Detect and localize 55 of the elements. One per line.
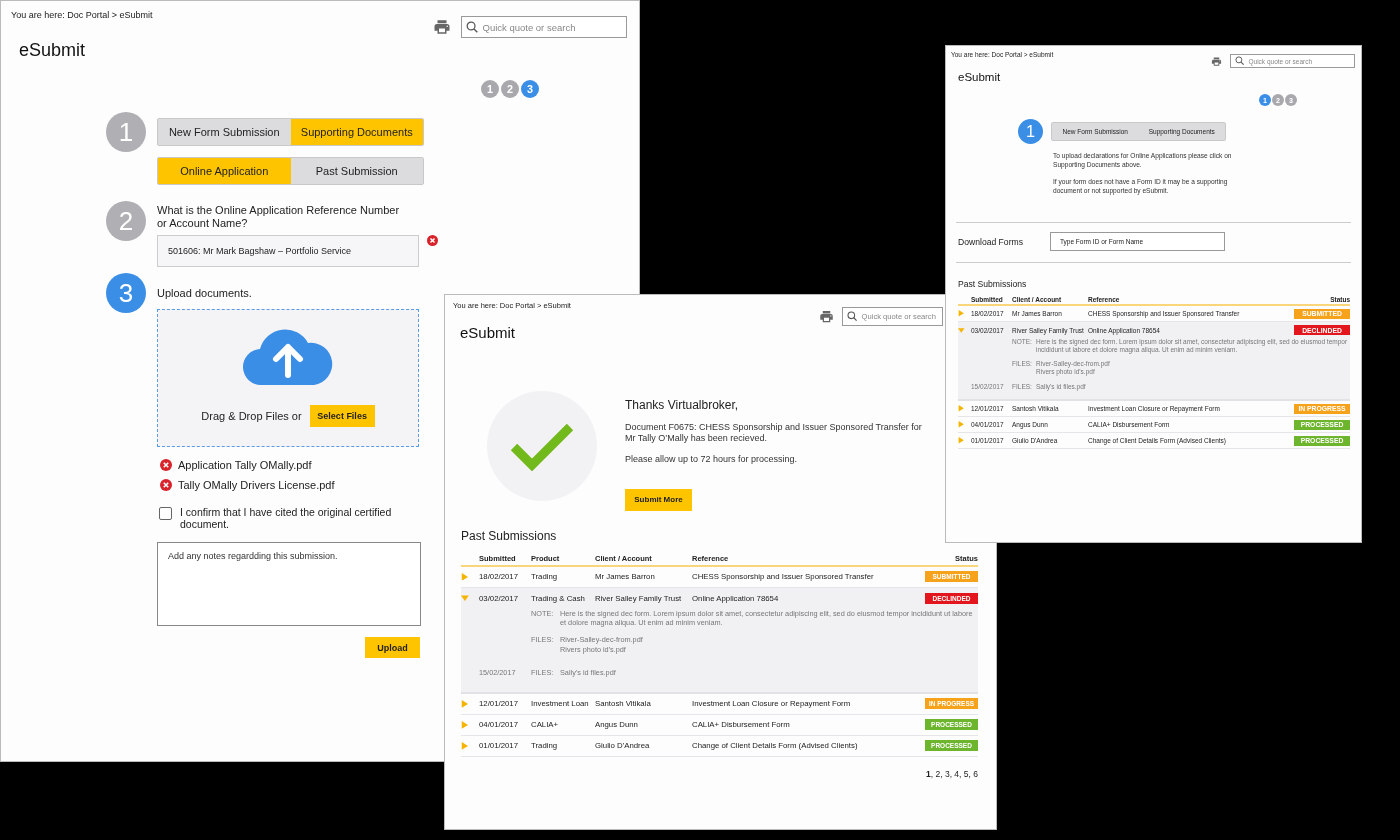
collapsed-arrow-icon[interactable] xyxy=(958,437,965,444)
download-forms-label: Download Forms xyxy=(958,236,1023,247)
confirm-checkbox[interactable] xyxy=(159,507,172,520)
remove-icon[interactable] xyxy=(427,235,438,246)
reference-field[interactable]: 501606: Mr Mark Bagshaw – Portfolio Service xyxy=(157,235,419,267)
progress-step: 1 xyxy=(481,80,499,98)
step-number: 3 xyxy=(106,273,146,313)
collapsed-arrow-icon[interactable] xyxy=(958,421,965,428)
drop-text: Drag & Drop Files or xyxy=(201,410,302,422)
processing-note: Please allow up to 72 hours for processing. xyxy=(625,454,799,465)
confirmation-message: Document F0675: CHESS Sponsorship and Issuer Sponsored Transfer for Mr Tally O’Mally has been recieved. xyxy=(625,422,923,444)
progress-step: 3 xyxy=(521,80,539,98)
search-field[interactable]: Quick quote or search xyxy=(461,16,627,38)
breadcrumb: You are here: Doc Portal > eSubmit xyxy=(11,10,153,20)
collapsed-arrow-icon[interactable] xyxy=(461,572,469,581)
page-title: eSubmit xyxy=(958,71,1001,83)
progress-step: 2 xyxy=(501,80,519,98)
print-icon[interactable] xyxy=(1211,55,1222,67)
remove-icon[interactable] xyxy=(160,459,172,471)
cloud-upload-icon xyxy=(242,329,334,385)
check-icon xyxy=(510,421,574,471)
print-icon[interactable] xyxy=(433,18,451,36)
thanks-heading: Thanks Virtualbroker, xyxy=(625,398,740,412)
collapsed-arrow-icon[interactable] xyxy=(958,310,965,317)
segment-tab[interactable]: Online Application xyxy=(158,158,291,184)
collapsed-arrow-icon[interactable] xyxy=(461,700,469,708)
step-label: Upload documents. xyxy=(157,287,253,299)
collapsed-arrow-icon[interactable] xyxy=(461,721,469,729)
expanded-arrow-icon[interactable] xyxy=(461,594,469,602)
question-label: What is the Online Application Reference Number or Account Name? xyxy=(157,204,401,230)
section-title: Past Submissions xyxy=(958,279,1028,289)
search-icon xyxy=(1235,56,1245,66)
section-title: Past Submissions xyxy=(461,528,558,543)
remove-icon[interactable] xyxy=(160,479,172,491)
search-icon xyxy=(847,311,858,322)
segment-tab[interactable]: Supporting Documents xyxy=(290,119,423,145)
notes-field[interactable]: Add any notes regardding this submission. xyxy=(157,542,421,626)
drop-zone[interactable]: Drag & Drop Files or Select Files xyxy=(157,309,419,447)
submit-more-button[interactable]: Submit More xyxy=(625,488,692,511)
print-icon[interactable] xyxy=(819,309,834,324)
confirm-label: I confirm that I have cited the original certified document. xyxy=(180,506,393,530)
page-title: eSubmit xyxy=(19,40,86,61)
collapsed-arrow-icon[interactable] xyxy=(958,405,965,412)
file-name: Tally OMally Drivers License.pdf xyxy=(178,479,335,491)
step-number: 1 xyxy=(1018,119,1043,144)
search-icon xyxy=(466,20,479,34)
step-number: 2 xyxy=(106,201,146,241)
collapsed-arrow-icon[interactable] xyxy=(461,742,469,750)
page-title: eSubmit xyxy=(460,324,516,341)
pagination[interactable]: 1, 2, 3, 4, 5, 6 xyxy=(461,768,978,779)
step-number: 1 xyxy=(106,112,146,152)
upload-button[interactable]: Upload xyxy=(365,637,420,658)
file-name: Application Tally OMally.pdf xyxy=(178,459,312,471)
expanded-arrow-icon[interactable] xyxy=(958,326,965,334)
select-files-button[interactable]: Select Files xyxy=(309,405,375,427)
